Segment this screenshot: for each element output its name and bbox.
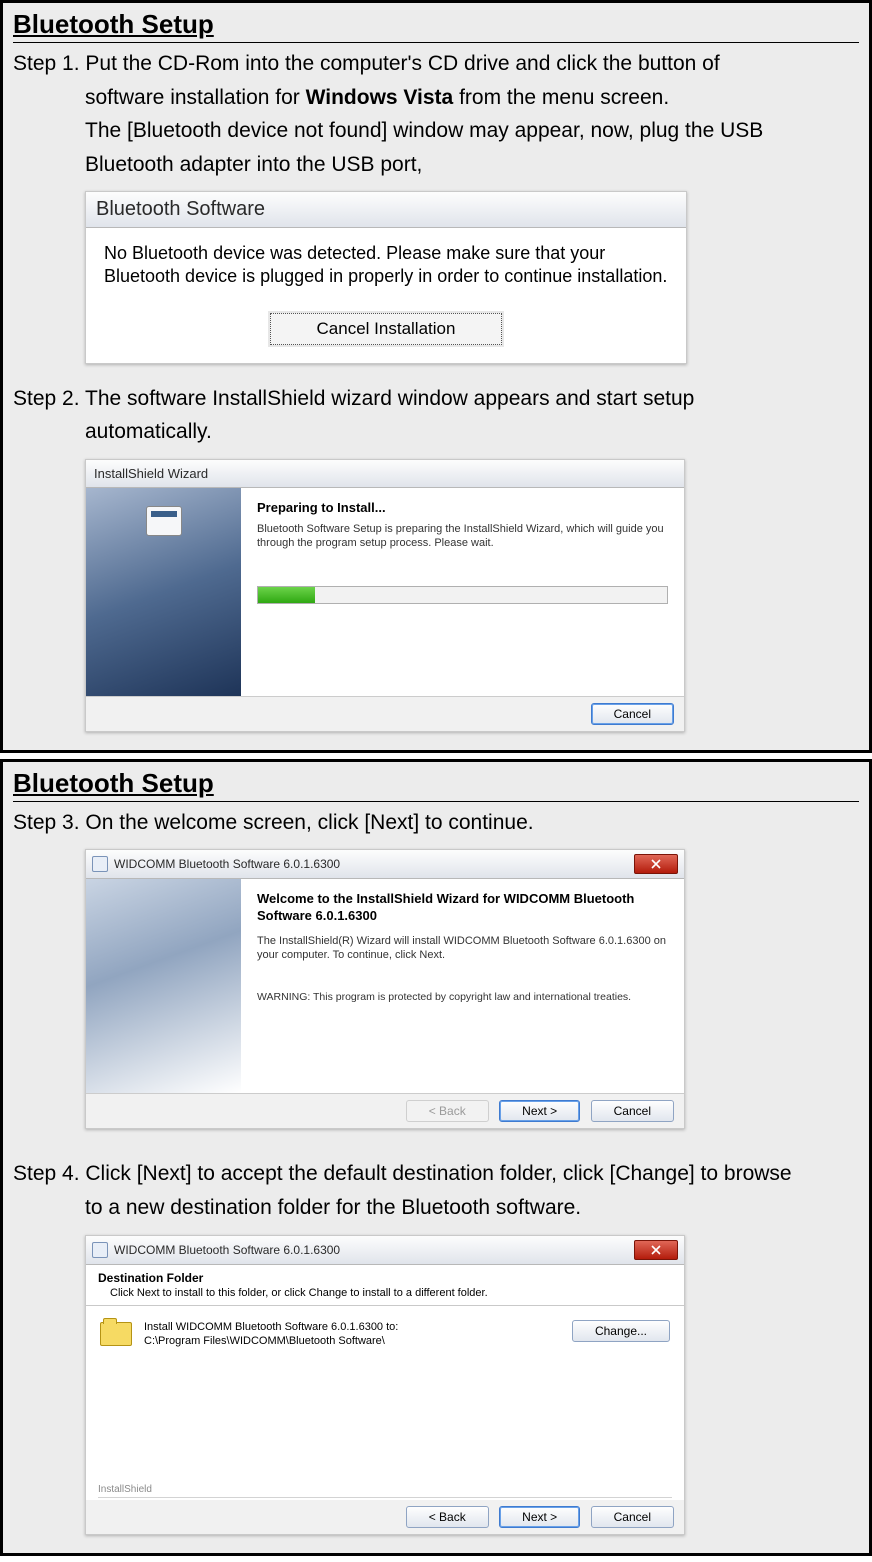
next-button[interactable]: Next > [499, 1506, 580, 1528]
destination-subtext: Click Next to install to this folder, or… [110, 1287, 672, 1299]
dialog-title: InstallShield Wizard [86, 460, 684, 488]
step-2: Step 2. The software InstallShield wizar… [13, 382, 859, 449]
folder-icon [100, 1322, 132, 1346]
dialog-title: WIDCOMM Bluetooth Software 6.0.1.6300 [114, 857, 340, 871]
dialog-message: No Bluetooth device was detected. Please… [104, 242, 668, 287]
screenshot-welcome-wizard: WIDCOMM Bluetooth Software 6.0.1.6300 We… [85, 849, 685, 1129]
install-to-label: Install WIDCOMM Bluetooth Software 6.0.1… [144, 1320, 554, 1335]
next-button[interactable]: Next > [499, 1100, 580, 1122]
back-button: < Back [406, 1100, 489, 1122]
wizard-side-graphic [86, 488, 241, 696]
step1-line1: Step 1. Put the CD-Rom into the computer… [13, 47, 859, 81]
close-icon [651, 1245, 661, 1255]
close-icon [651, 859, 661, 869]
screenshot-installshield-preparing: InstallShield Wizard Preparing to Instal… [85, 459, 685, 732]
welcome-body: The InstallShield(R) Wizard will install… [257, 934, 668, 963]
step1-line4: Bluetooth adapter into the USB port, [13, 148, 859, 182]
cancel-installation-button[interactable]: Cancel Installation [270, 313, 503, 344]
preparing-body: Bluetooth Software Setup is preparing th… [257, 523, 668, 551]
cancel-button[interactable]: Cancel [591, 1506, 674, 1528]
dialog-title: WIDCOMM Bluetooth Software 6.0.1.6300 [114, 1243, 340, 1257]
cancel-button[interactable]: Cancel [591, 1100, 674, 1122]
section-title: Bluetooth Setup [13, 9, 859, 43]
app-icon [92, 856, 108, 872]
screenshot-bluetooth-not-found: Bluetooth Software No Bluetooth device w… [85, 191, 687, 363]
step4-line2: to a new destination folder for the Blue… [13, 1191, 859, 1225]
close-button[interactable] [634, 1240, 678, 1260]
dialog-title: Bluetooth Software [86, 192, 686, 228]
close-button[interactable] [634, 854, 678, 874]
dialog-titlebar: WIDCOMM Bluetooth Software 6.0.1.6300 [86, 1236, 684, 1265]
installshield-label: InstallShield [98, 1484, 152, 1495]
step1-line2-pre: software installation for [85, 86, 306, 109]
step1-line2-bold: Windows Vista [306, 86, 454, 109]
preparing-heading: Preparing to Install... [257, 500, 668, 515]
dialog-titlebar: WIDCOMM Bluetooth Software 6.0.1.6300 [86, 850, 684, 879]
screenshot-destination-folder: WIDCOMM Bluetooth Software 6.0.1.6300 De… [85, 1235, 685, 1535]
step1-line3: The [Bluetooth device not found] window … [13, 114, 859, 148]
wizard-side-graphic [86, 879, 241, 1093]
progress-fill [258, 587, 315, 603]
section-title: Bluetooth Setup [13, 768, 859, 802]
step4-line1: Step 4. Click [Next] to accept the defau… [13, 1157, 859, 1191]
step-1: Step 1. Put the CD-Rom into the computer… [13, 47, 859, 181]
step1-line2: software installation for Windows Vista … [13, 81, 859, 115]
install-path: C:\Program Files\WIDCOMM\Bluetooth Softw… [144, 1334, 554, 1349]
section-bluetooth-setup-2: Bluetooth Setup Step 3. On the welcome s… [0, 759, 872, 1556]
step-4: Step 4. Click [Next] to accept the defau… [13, 1157, 859, 1224]
welcome-warning: WARNING: This program is protected by co… [257, 991, 668, 1003]
destination-heading: Destination Folder [98, 1271, 672, 1285]
step-3: Step 3. On the welcome screen, click [Ne… [13, 806, 859, 840]
step2-line2: automatically. [13, 415, 859, 449]
step1-line2-post: from the menu screen. [453, 86, 669, 109]
app-icon [92, 1242, 108, 1258]
installer-icon [146, 506, 182, 536]
step2-line1: Step 2. The software InstallShield wizar… [13, 382, 859, 416]
welcome-heading: Welcome to the InstallShield Wizard for … [257, 891, 668, 924]
change-button[interactable]: Change... [572, 1320, 670, 1342]
cancel-button[interactable]: Cancel [591, 703, 674, 725]
progress-bar [257, 586, 668, 604]
back-button[interactable]: < Back [406, 1506, 489, 1528]
section-bluetooth-setup-1: Bluetooth Setup Step 1. Put the CD-Rom i… [0, 0, 872, 753]
